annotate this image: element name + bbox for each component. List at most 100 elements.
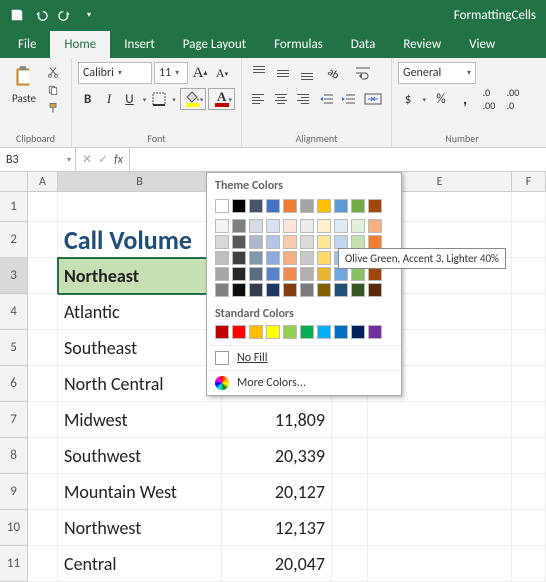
cell[interactable] bbox=[368, 546, 512, 582]
color-swatch[interactable] bbox=[317, 199, 331, 213]
align-bottom-icon[interactable] bbox=[296, 62, 318, 84]
color-swatch[interactable] bbox=[317, 219, 331, 233]
tab-view[interactable]: View bbox=[455, 31, 509, 58]
color-swatch[interactable] bbox=[249, 283, 263, 297]
color-swatch[interactable] bbox=[266, 325, 280, 339]
percent-format-icon[interactable]: % bbox=[430, 88, 452, 110]
row-header[interactable]: 7 bbox=[0, 402, 28, 438]
cell[interactable] bbox=[368, 438, 512, 474]
cell-title[interactable]: Call Volume bbox=[58, 222, 222, 258]
tab-insert[interactable]: Insert bbox=[110, 31, 169, 58]
color-swatch[interactable] bbox=[283, 219, 297, 233]
color-swatch[interactable] bbox=[300, 267, 314, 281]
cell[interactable] bbox=[512, 546, 546, 582]
color-swatch[interactable] bbox=[300, 219, 314, 233]
increase-decimal-icon[interactable]: .0.00 bbox=[478, 88, 500, 110]
color-swatch[interactable] bbox=[351, 235, 365, 249]
cancel-icon[interactable]: ✕ bbox=[82, 152, 92, 167]
color-swatch[interactable] bbox=[215, 251, 229, 265]
color-swatch[interactable] bbox=[215, 199, 229, 213]
color-swatch[interactable] bbox=[351, 325, 365, 339]
color-swatch[interactable] bbox=[368, 219, 382, 233]
cell[interactable] bbox=[368, 510, 512, 546]
color-swatch[interactable] bbox=[368, 283, 382, 297]
undo-icon[interactable] bbox=[30, 4, 52, 26]
color-swatch[interactable] bbox=[368, 325, 382, 339]
color-swatch[interactable] bbox=[249, 235, 263, 249]
color-swatch[interactable] bbox=[300, 199, 314, 213]
cell[interactable] bbox=[368, 474, 512, 510]
cell[interactable]: Mountain West bbox=[58, 474, 222, 510]
color-swatch[interactable] bbox=[334, 235, 348, 249]
row-header[interactable]: 2 bbox=[0, 222, 28, 258]
align-top-icon[interactable] bbox=[248, 62, 270, 84]
cell[interactable] bbox=[332, 474, 368, 510]
color-swatch[interactable] bbox=[283, 325, 297, 339]
wrap-text-icon[interactable] bbox=[350, 62, 376, 84]
select-all-corner[interactable] bbox=[0, 172, 28, 192]
customize-qat-icon[interactable]: ▾ bbox=[78, 4, 100, 26]
cell[interactable] bbox=[332, 546, 368, 582]
format-painter-icon[interactable] bbox=[44, 100, 62, 116]
col-header-f[interactable]: F bbox=[512, 172, 546, 192]
row-header[interactable]: 3 bbox=[0, 258, 28, 294]
row-header[interactable]: 4 bbox=[0, 294, 28, 330]
color-swatch[interactable] bbox=[283, 251, 297, 265]
color-swatch[interactable] bbox=[334, 267, 348, 281]
cell[interactable] bbox=[512, 402, 546, 438]
save-icon[interactable] bbox=[6, 4, 28, 26]
formula-input[interactable] bbox=[130, 148, 546, 171]
color-swatch[interactable] bbox=[317, 267, 331, 281]
color-swatch[interactable] bbox=[283, 235, 297, 249]
row-header[interactable]: 11 bbox=[0, 546, 28, 582]
decrease-indent-icon[interactable] bbox=[316, 88, 337, 110]
redo-icon[interactable] bbox=[54, 4, 76, 26]
font-color-button[interactable]: A bbox=[208, 88, 235, 110]
color-swatch[interactable] bbox=[283, 283, 297, 297]
cell[interactable]: Midwest bbox=[58, 402, 222, 438]
color-swatch[interactable] bbox=[300, 283, 314, 297]
no-fill-item[interactable]: No Fill bbox=[207, 345, 401, 370]
copy-icon[interactable] bbox=[44, 82, 62, 98]
increase-indent-icon[interactable] bbox=[338, 88, 359, 110]
color-swatch[interactable] bbox=[266, 267, 280, 281]
cell[interactable] bbox=[512, 330, 546, 366]
cell[interactable] bbox=[28, 258, 58, 294]
color-swatch[interactable] bbox=[266, 251, 280, 265]
cell[interactable]: Southeast bbox=[58, 330, 222, 366]
cell[interactable] bbox=[28, 192, 58, 222]
color-swatch[interactable] bbox=[317, 325, 331, 339]
color-swatch[interactable] bbox=[334, 199, 348, 213]
cell[interactable] bbox=[28, 510, 58, 546]
color-swatch[interactable] bbox=[266, 283, 280, 297]
cell[interactable] bbox=[512, 258, 546, 294]
color-swatch[interactable] bbox=[283, 267, 297, 281]
cell-selected[interactable]: Northeast bbox=[58, 258, 222, 294]
color-swatch[interactable] bbox=[249, 251, 263, 265]
tab-data[interactable]: Data bbox=[337, 31, 390, 58]
paste-button[interactable]: Paste bbox=[6, 62, 42, 116]
row-header[interactable]: 10 bbox=[0, 510, 28, 546]
col-header-b[interactable]: B bbox=[58, 172, 222, 192]
color-swatch[interactable] bbox=[351, 283, 365, 297]
orientation-icon[interactable]: ab bbox=[320, 62, 348, 84]
number-format-combo[interactable]: General▾ bbox=[398, 62, 476, 84]
color-swatch[interactable] bbox=[300, 251, 314, 265]
color-swatch[interactable] bbox=[317, 235, 331, 249]
row-header[interactable]: 6 bbox=[0, 366, 28, 402]
align-center-icon[interactable] bbox=[271, 88, 292, 110]
cell[interactable] bbox=[332, 510, 368, 546]
cell[interactable] bbox=[28, 294, 58, 330]
tab-home[interactable]: Home bbox=[50, 31, 110, 58]
color-swatch[interactable] bbox=[266, 235, 280, 249]
cell[interactable] bbox=[28, 402, 58, 438]
color-swatch[interactable] bbox=[249, 325, 263, 339]
cell[interactable]: Atlantic bbox=[58, 294, 222, 330]
cell[interactable] bbox=[28, 546, 58, 582]
color-swatch[interactable] bbox=[351, 199, 365, 213]
decrease-font-icon[interactable]: A▾ bbox=[212, 62, 232, 84]
color-swatch[interactable] bbox=[249, 219, 263, 233]
row-header[interactable]: 8 bbox=[0, 438, 28, 474]
fx-icon[interactable]: fx bbox=[114, 153, 123, 167]
cell[interactable]: North Central bbox=[58, 366, 222, 402]
